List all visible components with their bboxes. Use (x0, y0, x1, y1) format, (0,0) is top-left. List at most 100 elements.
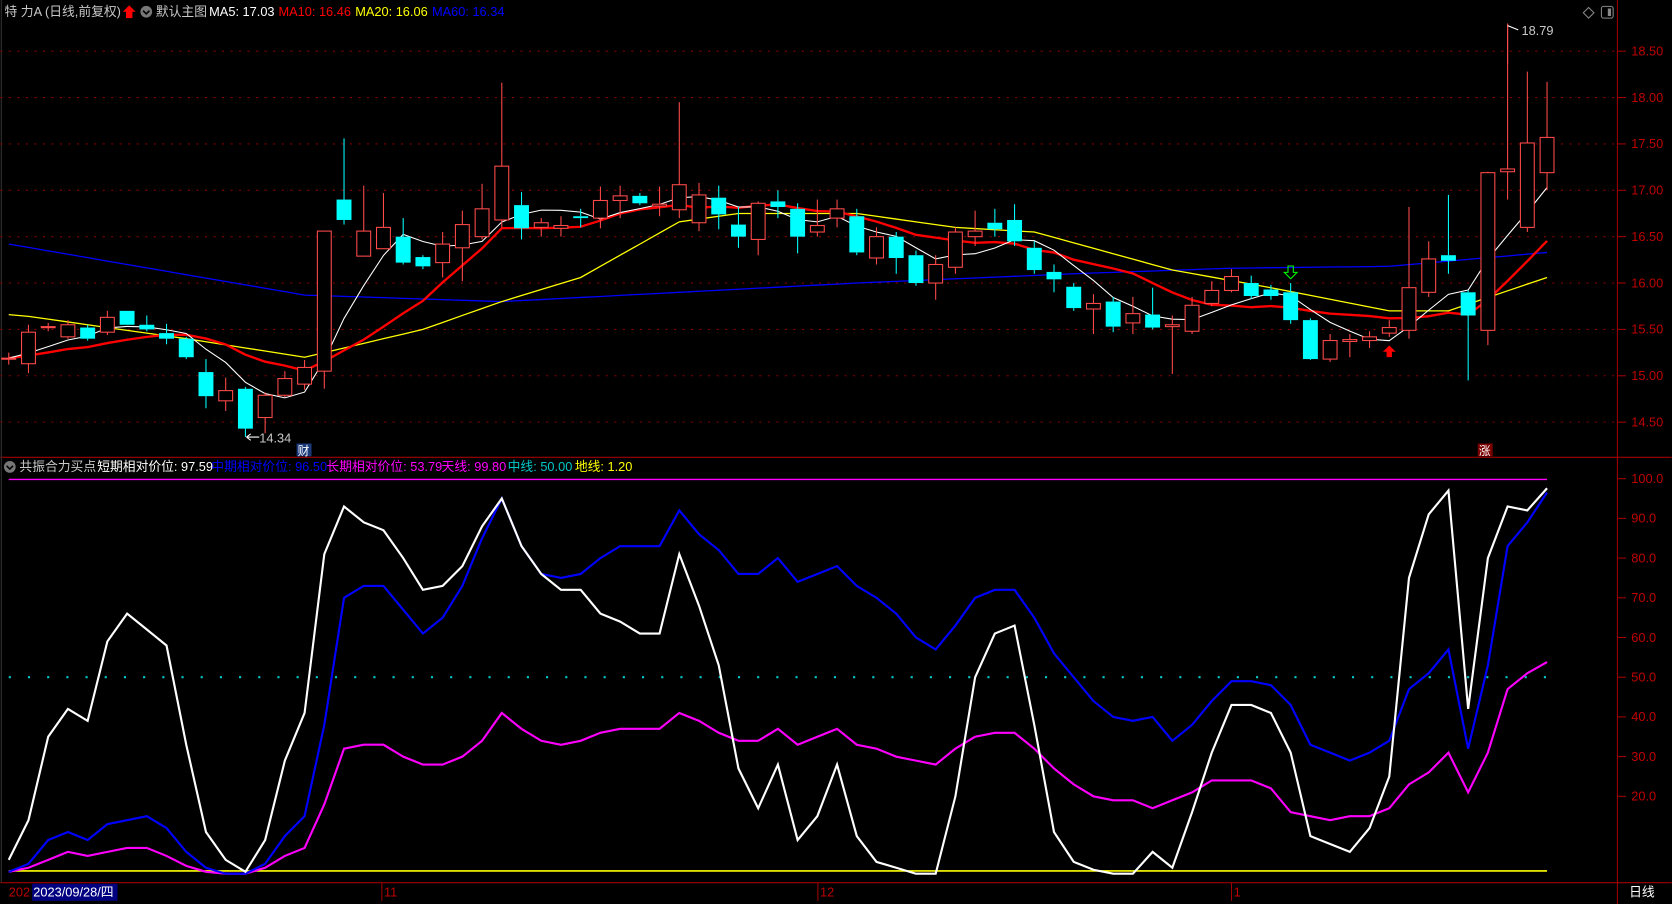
middle-line-label: 中线: 50.00 (508, 459, 573, 474)
ground-line-label: 地线: 1.20 (575, 459, 633, 474)
candle-body (159, 333, 174, 339)
price-tick-label: 18.50 (1631, 43, 1663, 58)
candle-body (336, 199, 352, 220)
candle-body (947, 231, 963, 268)
indicator-name[interactable]: 共振合力买点 (19, 459, 96, 474)
candle-body (1539, 136, 1555, 174)
candle-body (1263, 289, 1279, 297)
short-term-label: 短期相对价位: 97.59 (97, 459, 213, 474)
price-tick-label: 16.50 (1631, 229, 1663, 244)
candle-body (474, 208, 490, 238)
candle-body (987, 222, 1003, 230)
candle-body (750, 202, 766, 240)
candle-body (316, 230, 332, 372)
candle-body (80, 327, 96, 339)
candle-body (829, 208, 845, 219)
candle-body (178, 338, 194, 358)
candle-body (376, 226, 391, 250)
candle-body (1243, 283, 1259, 297)
indicator-tick-label: 50.0 (1631, 669, 1656, 684)
candle-body (612, 195, 628, 202)
stock-chart[interactable]: 18.50 18.00 17.50 17.00 16.50 16.00 15.50 15.00… (0, 0, 1672, 904)
candle-body (1440, 255, 1456, 261)
indicator-tick-label: 60.0 (1631, 630, 1656, 645)
candle-body (770, 201, 786, 207)
indicator-legend: 共振合力买点 短期相对价位: 97.59 中期相对价位: 96.50 长期相对价… (3, 459, 633, 474)
candle-body (356, 230, 372, 257)
candle-body (1519, 142, 1535, 228)
price-tick-label: 14.50 (1631, 414, 1663, 429)
candle-body (494, 165, 510, 221)
price-tick-label: 15.00 (1631, 368, 1663, 383)
candle-body (1026, 247, 1042, 271)
candle-body (435, 243, 451, 264)
candle-body (1224, 276, 1239, 291)
month-label-1: 1 (1234, 885, 1241, 900)
indicator-tick-label: 70.0 (1631, 590, 1656, 605)
candle (119, 310, 135, 325)
candle-body (592, 199, 608, 219)
finance-badge-label: 财 (298, 444, 310, 458)
candle-body (1302, 320, 1318, 360)
candle-body (415, 257, 431, 267)
candle (1480, 171, 1496, 346)
candle-body (454, 224, 470, 249)
month-label-12: 12 (820, 885, 834, 900)
indicator-tick-label: 20.0 (1631, 789, 1656, 804)
ma20-label: MA20: 16.06 (355, 4, 427, 19)
candle-body (1125, 313, 1141, 324)
candle-body (1105, 301, 1121, 327)
candle (947, 227, 963, 274)
price-tick-label: 15.50 (1631, 322, 1663, 337)
candle (1302, 318, 1318, 361)
candle-body (1460, 292, 1476, 316)
candle-body (632, 195, 648, 204)
candle-body (671, 184, 687, 211)
candle-body (1401, 287, 1417, 331)
chevron-down-icon[interactable] (140, 5, 153, 18)
template-name[interactable]: 默认主图 (156, 4, 207, 19)
stock-title[interactable]: 特 力A (日线,前复权) (4, 4, 120, 19)
cursor-date: 2023/09/28/四 (33, 885, 113, 900)
candle-body (297, 366, 313, 385)
indicator-tick-label: 100.0 (1631, 471, 1663, 486)
candle-body (237, 388, 253, 429)
candle-body (869, 236, 884, 259)
candle-body (257, 394, 273, 419)
candle (178, 336, 194, 360)
candle-body (1145, 314, 1161, 328)
candle-body (1362, 336, 1378, 342)
candle-body (730, 224, 746, 237)
high-price-label: 18.79 (1521, 23, 1553, 38)
candle-body (395, 236, 411, 263)
indicator-tick-label: 40.0 (1631, 709, 1656, 724)
candle-body (1342, 339, 1358, 342)
candle-body (1322, 340, 1338, 360)
candle-body (119, 310, 135, 325)
candle-body (1, 357, 17, 360)
panel-toggle-glyph (1607, 8, 1612, 16)
ma60-label: MA60: 16.34 (432, 4, 504, 19)
candle-body (21, 331, 36, 365)
candle-body (1283, 292, 1299, 321)
candle-body (908, 255, 924, 284)
period-selector[interactable]: 日线 (1629, 885, 1655, 900)
candle-body (1046, 271, 1062, 280)
candle-body (809, 224, 825, 233)
candle-body (1421, 258, 1437, 293)
candle (908, 250, 924, 286)
candle-body (40, 326, 56, 329)
indicator-menu-icon[interactable] (3, 461, 16, 473)
price-tick-label: 18.00 (1631, 90, 1663, 105)
month-label-11: 11 (384, 885, 397, 900)
price-tick-label: 17.50 (1631, 136, 1663, 151)
candle-body (691, 194, 707, 224)
candle-body (218, 390, 234, 402)
candle-body (849, 216, 865, 253)
candle-body (888, 236, 904, 258)
candle-body (99, 316, 115, 333)
rise-badge-label: 涨 (1479, 444, 1491, 458)
price-tick-label: 17.00 (1631, 183, 1663, 198)
candle-body (277, 378, 293, 396)
candle (316, 230, 332, 389)
